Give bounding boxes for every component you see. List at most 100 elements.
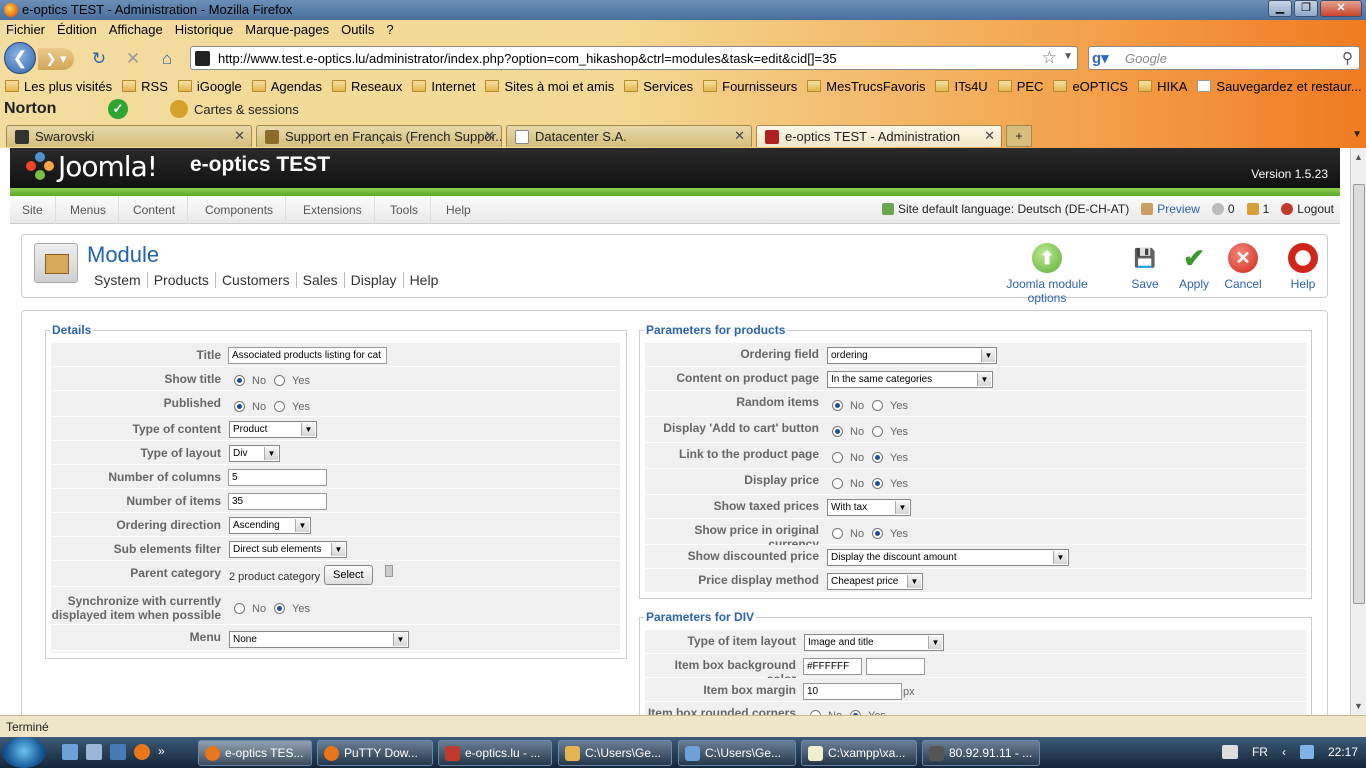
tab-datacenter[interactable]: Datacenter S.A. ✕ xyxy=(506,125,752,147)
ordering-direction-select[interactable]: Ascending ▼ xyxy=(229,517,311,534)
messages-count[interactable]: 0 xyxy=(1228,202,1235,216)
forward-button[interactable]: ❯ ▾ xyxy=(38,48,74,70)
original-currency-yes-radio[interactable] xyxy=(872,528,883,539)
published-yes-radio[interactable] xyxy=(274,401,285,412)
menu-help[interactable]: ? xyxy=(380,20,399,40)
explorer-icon[interactable] xyxy=(110,744,126,760)
bookmark-item[interactable]: Sites à moi et amis xyxy=(480,76,619,96)
bookmark-item[interactable]: PEC xyxy=(993,76,1049,96)
reload-icon[interactable]: ↻ xyxy=(88,48,110,70)
submenu-sales[interactable]: Sales xyxy=(297,272,345,288)
bookmark-item[interactable]: Agendas xyxy=(247,76,327,96)
bookmark-item[interactable]: RSS xyxy=(117,76,173,96)
link-product-page-no-radio[interactable] xyxy=(832,452,843,463)
taskbar-item-putty[interactable]: PuTTY Dow... xyxy=(317,740,433,766)
switch-windows-icon[interactable] xyxy=(86,744,102,760)
menu-edition[interactable]: Édition xyxy=(51,20,103,40)
bg-color-input[interactable]: #FFFFFF xyxy=(803,658,862,675)
items-input[interactable]: 35 xyxy=(228,493,327,510)
tab-close-icon[interactable]: ✕ xyxy=(234,128,245,144)
norton-logo[interactable]: Norton xyxy=(0,100,100,118)
save-button[interactable]: 💾 Save xyxy=(1128,243,1162,291)
new-tab-button[interactable]: + xyxy=(1006,125,1032,147)
taxed-prices-select[interactable]: With tax ▼ xyxy=(827,499,911,516)
bookmark-item[interactable]: Fournisseurs xyxy=(698,76,802,96)
add-to-cart-no-radio[interactable] xyxy=(832,426,843,437)
show-title-yes-radio[interactable] xyxy=(274,375,285,386)
search-box[interactable]: g▾ Google ⚲ xyxy=(1088,46,1360,70)
bg-color-swatch[interactable] xyxy=(866,658,925,675)
bookmark-item[interactable]: Services xyxy=(619,76,698,96)
maximize-button[interactable]: ❐ xyxy=(1294,0,1318,17)
bookmark-item[interactable]: eOPTICS xyxy=(1048,76,1133,96)
link-product-page-yes-radio[interactable] xyxy=(872,452,883,463)
close-window-button[interactable]: ✕ xyxy=(1320,0,1362,17)
search-icon[interactable]: ⚲ xyxy=(1342,49,1353,67)
stop-icon[interactable]: ✕ xyxy=(122,48,144,70)
display-price-no-radio[interactable] xyxy=(832,478,843,489)
original-currency-no-radio[interactable] xyxy=(832,528,843,539)
synchronize-yes-radio[interactable] xyxy=(274,603,285,614)
url-dropdown-icon[interactable]: ▼ xyxy=(1063,51,1073,62)
more-chevron-icon[interactable]: » xyxy=(158,744,165,760)
ordering-field-select[interactable]: ordering ▼ xyxy=(827,347,997,364)
norton-check-icon[interactable]: ✓ xyxy=(108,99,128,119)
bookmark-item[interactable]: Sauvegardez et restaur... xyxy=(1192,76,1366,96)
discounted-price-select[interactable]: Display the discount amount ▼ xyxy=(827,549,1069,566)
clock[interactable]: 22:17 xyxy=(1328,745,1358,759)
submenu-display[interactable]: Display xyxy=(345,272,404,288)
tabs-list-icon[interactable]: ▼ xyxy=(1352,129,1362,140)
random-items-yes-radio[interactable] xyxy=(872,400,883,411)
tab-support-francais[interactable]: Support en Français (French Suppor... ✕ xyxy=(256,125,502,147)
scroll-down-icon[interactable]: ▼ xyxy=(1354,701,1363,711)
cards-sessions-button[interactable]: Cartes & sessions xyxy=(194,102,299,117)
bookmark-item[interactable]: Reseaux xyxy=(327,76,407,96)
apply-button[interactable]: ✔ Apply xyxy=(1175,243,1213,291)
menu-site[interactable]: Site xyxy=(10,196,56,224)
firefox-launch-icon[interactable] xyxy=(134,744,150,760)
url-bar[interactable]: http://www.test.e-optics.lu/administrato… xyxy=(190,46,1078,70)
menu-marque-pages[interactable]: Marque-pages xyxy=(239,20,335,40)
cancel-button[interactable]: ✕ Cancel xyxy=(1224,243,1262,291)
menu-select[interactable]: None ▼ xyxy=(229,631,409,648)
tray-expand-icon[interactable]: ‹ xyxy=(1282,745,1286,759)
bookmark-item[interactable]: Internet xyxy=(407,76,480,96)
menu-outils[interactable]: Outils xyxy=(335,20,380,40)
margin-input[interactable]: 10 xyxy=(803,683,902,700)
taskbar-item-folder-1[interactable]: C:\Users\Ge... xyxy=(558,740,672,766)
menu-content[interactable]: Content xyxy=(121,196,189,224)
network-icon[interactable] xyxy=(1299,745,1314,759)
minimize-button[interactable]: ▁ xyxy=(1268,0,1292,17)
help-button[interactable]: ○ Help xyxy=(1286,243,1320,291)
published-no-radio[interactable] xyxy=(234,401,245,412)
tab-e-optics-admin[interactable]: e-optics TEST - Administration ✕ xyxy=(756,125,1002,147)
home-icon[interactable]: ⌂ xyxy=(156,48,178,70)
title-input[interactable]: Associated products listing for cat xyxy=(228,347,387,364)
taskbar-item-notepad[interactable]: C:\xampp\xa... xyxy=(801,740,917,766)
submenu-products[interactable]: Products xyxy=(148,272,216,288)
menu-historique[interactable]: Historique xyxy=(169,20,240,40)
random-items-no-radio[interactable] xyxy=(832,400,843,411)
menu-extensions[interactable]: Extensions xyxy=(291,196,375,224)
menu-components[interactable]: Components xyxy=(193,196,287,224)
back-button[interactable]: ❮ xyxy=(4,42,36,74)
bookmark-item[interactable]: HIKA xyxy=(1133,76,1192,96)
bookmark-item[interactable]: ITs4U xyxy=(930,76,992,96)
page-scrollbar[interactable]: ▲ ▼ xyxy=(1350,148,1366,715)
submenu-help[interactable]: Help xyxy=(404,272,445,288)
bookmark-star-icon[interactable]: ☆ xyxy=(1042,48,1057,68)
taskbar-item-filezilla[interactable]: e-optics.lu - ... xyxy=(438,740,552,766)
taskbar-item-terminal[interactable]: 80.92.91.11 - ... xyxy=(922,740,1040,766)
show-desktop-icon[interactable] xyxy=(62,744,78,760)
tab-close-icon[interactable]: ✕ xyxy=(484,128,495,144)
menu-help[interactable]: Help xyxy=(434,196,483,224)
tray-pen-icon[interactable] xyxy=(1221,745,1238,759)
columns-input[interactable]: 5 xyxy=(228,469,327,486)
google-icon[interactable]: g▾ xyxy=(1092,49,1112,67)
logout-link[interactable]: Logout xyxy=(1297,202,1334,216)
add-to-cart-yes-radio[interactable] xyxy=(872,426,883,437)
content-product-page-select[interactable]: In the same categories ▼ xyxy=(827,371,993,388)
menu-fichier[interactable]: Fichier xyxy=(0,20,51,40)
tab-close-icon[interactable]: ✕ xyxy=(984,128,995,144)
trash-icon[interactable] xyxy=(385,565,393,577)
